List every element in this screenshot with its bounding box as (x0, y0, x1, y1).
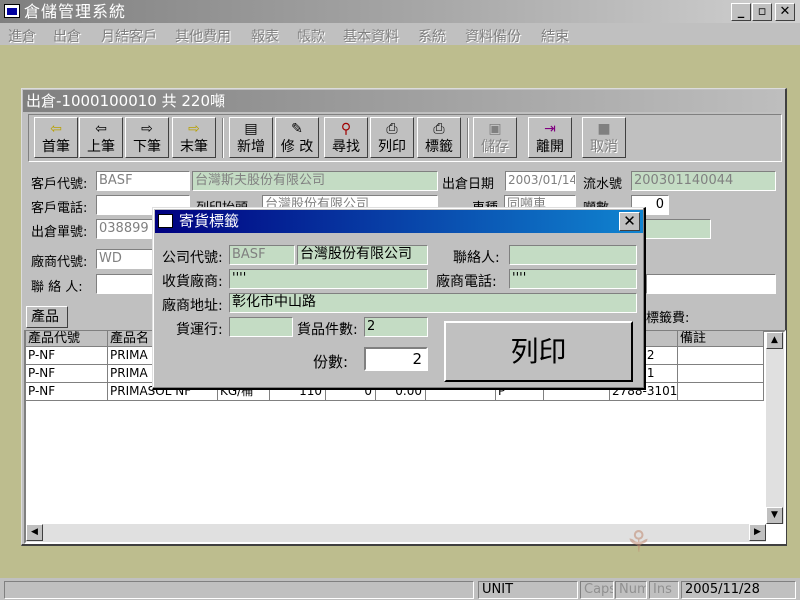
vendor-address-field[interactable]: 彰化市中山路 (229, 293, 637, 313)
background-seal-image: ⚘ (625, 525, 652, 560)
menu-reports[interactable]: 報表 (251, 26, 279, 46)
contact-label: 聯 絡 人: (31, 280, 83, 295)
add-button[interactable]: ▤ 新增 (229, 117, 273, 158)
save-button[interactable]: ▣ 儲存 (473, 117, 517, 158)
scroll-left-icon[interactable]: ◀ (26, 524, 43, 541)
print-button[interactable]: ⎙ 列印 (370, 117, 414, 158)
scroll-right-icon[interactable]: ▶ (749, 524, 766, 541)
vertical-scrollbar[interactable] (766, 332, 784, 524)
arrow-left-icon: ⇦ (50, 121, 62, 137)
status-caps: Caps (580, 581, 614, 599)
prev-record-button[interactable]: ⇦ 上筆 (79, 117, 123, 158)
find-button[interactable]: ⚲ 尋找 (324, 117, 368, 158)
menu-bar: 進倉 出倉 月結客戶 其他費用 報表 帳款 基本資料 系統 資料備份 結束 (0, 23, 800, 45)
copies-label: 份數: (313, 353, 349, 371)
dialog-print-button[interactable]: 列印 (444, 321, 633, 382)
grid-header[interactable]: 產品代號 (26, 331, 108, 347)
company-code-field[interactable]: BASF (229, 245, 295, 265)
printer-icon: ⎙ (386, 121, 398, 137)
serial-label: 流水號 (583, 177, 623, 192)
table-cell[interactable] (678, 347, 764, 365)
search-icon: ⚲ (340, 121, 352, 137)
vendor-code-label: 廠商代號: (31, 255, 88, 270)
toolbar-separator (222, 118, 224, 158)
arrow-left-icon: ⇦ (95, 121, 107, 137)
scroll-down-icon[interactable]: ▼ (766, 507, 783, 524)
app-title: 倉儲管理系統 (24, 2, 127, 21)
dialog-contact-label: 聯絡人: (453, 250, 500, 266)
carrier-field[interactable] (229, 317, 293, 337)
menu-accounts[interactable]: 帳款 (297, 26, 325, 46)
grid-header[interactable]: 備註 (678, 331, 764, 347)
receiver-field[interactable]: '''' (229, 269, 428, 289)
printer-icon: ⎙ (433, 121, 445, 137)
label-fee-label: 標籤費: (646, 311, 690, 326)
exit-button[interactable]: ⇥ 離開 (528, 117, 572, 158)
table-cell[interactable]: P-NF (26, 347, 108, 365)
app-title-bar: 倉儲管理系統 _ ▫ ✕ (0, 0, 800, 23)
dialog-contact-field[interactable] (509, 245, 637, 265)
serial-field[interactable]: 200301140044 (631, 171, 776, 191)
vendor-address-label: 廠商地址: (162, 298, 223, 314)
company-code-label: 公司代號: (162, 250, 223, 266)
status-unit: UNIT (478, 581, 578, 599)
status-ins: Ins (649, 581, 679, 599)
table-cell[interactable]: P-NF (26, 365, 108, 383)
vendor-phone-label: 廠商電話: (436, 274, 497, 290)
window-icon (158, 214, 173, 228)
restore-button[interactable]: ▫ (752, 3, 772, 21)
menu-outbound[interactable]: 出倉 (53, 26, 81, 46)
app-icon (4, 4, 20, 18)
tab-products[interactable]: 產品 (26, 306, 68, 328)
menu-exit[interactable]: 結束 (541, 26, 569, 46)
ship-date-field[interactable]: 2003/01/14 (505, 171, 576, 191)
pieces-label: 貨品件數: (297, 322, 358, 338)
table-cell[interactable] (678, 365, 764, 383)
copies-field[interactable]: 2 (364, 347, 428, 371)
customer-name-field[interactable]: 台灣斯夫股份有限公司 (192, 171, 438, 191)
last-record-button[interactable]: ⇨ 末筆 (172, 117, 216, 158)
label-button[interactable]: ⎙ 標籤 (417, 117, 461, 158)
customer-phone-label: 客戶電話: (31, 201, 88, 216)
menu-monthly-customers[interactable]: 月結客戶 (101, 26, 157, 46)
company-name-field[interactable]: 台灣股份有限公司 (297, 245, 428, 265)
vendor-extra-field[interactable] (646, 274, 776, 294)
table-cell[interactable] (678, 383, 764, 401)
scroll-up-icon[interactable]: ▲ (766, 332, 783, 349)
table-cell[interactable]: P-NF (26, 383, 108, 401)
receiver-label: 收貨廠商: (162, 274, 223, 290)
menu-master-data[interactable]: 基本資料 (343, 26, 399, 46)
vendor-phone-field[interactable]: '''' (509, 269, 637, 289)
arrow-right-icon: ⇨ (188, 121, 200, 137)
carrier-label: 貨運行: (176, 322, 223, 338)
status-panel (4, 581, 474, 599)
door-exit-icon: ⇥ (544, 121, 556, 137)
menu-backup[interactable]: 資料備份 (465, 26, 521, 46)
cancel-button[interactable]: ■ 取消 (582, 117, 626, 158)
menu-other-fees[interactable]: 其他費用 (175, 26, 231, 46)
edit-button[interactable]: ✎ 修 改 (275, 117, 319, 158)
dialog-close-button[interactable]: ✕ (619, 212, 640, 231)
out-no-label: 出倉單號: (31, 225, 88, 240)
new-document-icon: ▤ (244, 121, 258, 137)
disk-icon: ▣ (488, 121, 502, 137)
customer-code-field[interactable]: BASF (96, 171, 190, 191)
first-record-button[interactable]: ⇦ 首筆 (34, 117, 78, 158)
customer-code-label: 客戶代號: (31, 177, 88, 192)
next-record-button[interactable]: ⇨ 下筆 (125, 117, 169, 158)
edit-icon: ✎ (291, 121, 303, 137)
toolbar-separator (467, 118, 469, 158)
dialog-title: 寄貨標籤 (155, 210, 643, 233)
arrow-right-icon: ⇨ (141, 121, 153, 137)
form-title: 出倉-1000100010 共 220噸 (23, 90, 784, 112)
stop-icon: ■ (597, 121, 611, 137)
status-date: 2005/11/28 (681, 581, 796, 599)
close-button[interactable]: ✕ (775, 3, 795, 21)
status-num: Num (615, 581, 647, 599)
menu-inbound[interactable]: 進倉 (8, 26, 36, 46)
minimize-button[interactable]: _ (731, 3, 751, 21)
menu-system[interactable]: 系統 (418, 26, 446, 46)
pieces-field[interactable]: 2 (364, 317, 428, 337)
ship-date-label: 出倉日期 (442, 177, 495, 192)
